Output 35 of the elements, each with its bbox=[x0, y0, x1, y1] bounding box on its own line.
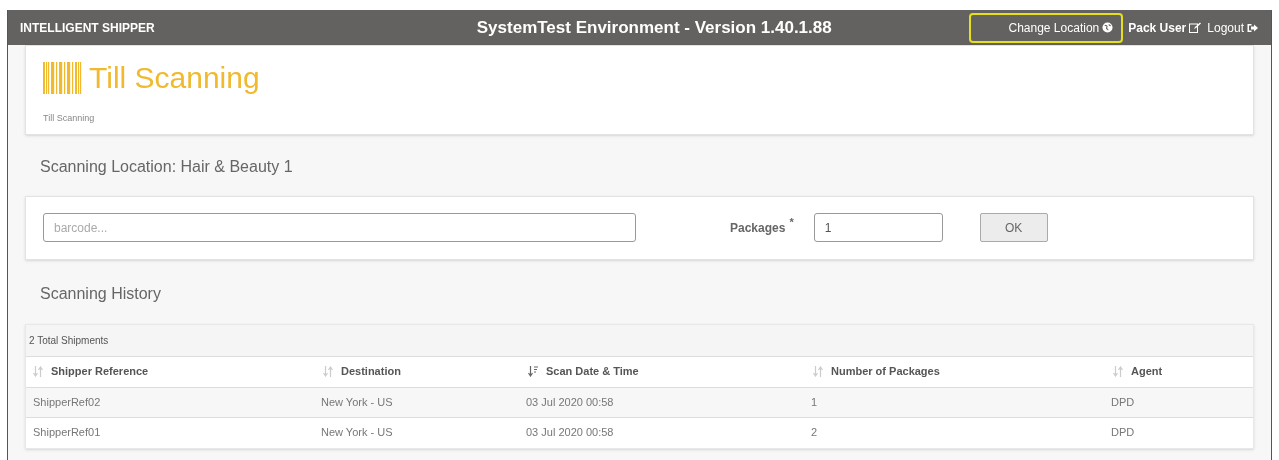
user-link[interactable]: Pack User bbox=[1127, 18, 1203, 37]
table-cell-text: ShipperRef01 bbox=[32, 425, 102, 441]
total-shipments: 2 Total Shipments bbox=[28, 333, 110, 348]
table-cell-text: 03 Jul 2020 00:58 bbox=[525, 425, 615, 441]
scanning-location: Scanning Location: Hair & Beauty 1 bbox=[39, 156, 294, 177]
table-cell-text: New York - US bbox=[320, 425, 394, 441]
table-cell-text: DPD bbox=[1110, 394, 1136, 410]
barcode-field[interactable]: barcode... bbox=[43, 213, 636, 242]
column-header[interactable]: Scan Date & Time bbox=[521, 363, 806, 380]
change-location-link[interactable]: Change Location bbox=[968, 12, 1124, 43]
logout-icon bbox=[1247, 22, 1258, 33]
brand-name: INTELLIGENT SHIPPER bbox=[20, 19, 156, 37]
edit-icon bbox=[1189, 22, 1202, 33]
required-mark: * bbox=[789, 214, 794, 230]
table-cell-text: 1 bbox=[810, 394, 819, 410]
environment-title: SystemTest Environment - Version 1.40.1.88 bbox=[475, 16, 833, 39]
column-header[interactable]: Number of Packages bbox=[806, 363, 1106, 380]
breadcrumb[interactable]: Till Scanning bbox=[43, 112, 1236, 126]
column-header[interactable]: Agent bbox=[1106, 363, 1253, 380]
table-cell-text: 2 bbox=[810, 425, 819, 441]
table-cell-text: New York - US bbox=[320, 394, 394, 410]
table-cell-text: ShipperRef02 bbox=[32, 394, 102, 410]
globe-icon bbox=[1102, 22, 1114, 33]
column-header[interactable]: Destination bbox=[316, 363, 521, 380]
packages-label: Packages bbox=[730, 219, 786, 237]
column-header[interactable]: Shipper Reference bbox=[26, 363, 316, 380]
history-title: Scanning History bbox=[39, 283, 162, 304]
barcode-icon bbox=[43, 62, 83, 94]
page-title: Till Scanning bbox=[89, 60, 260, 96]
sort-icon[interactable] bbox=[528, 366, 538, 377]
table-cell-text: DPD bbox=[1110, 425, 1136, 441]
logout-link[interactable]: Logout bbox=[1206, 18, 1259, 37]
packages-field[interactable]: 1 bbox=[813, 213, 943, 242]
table-cell-text: 03 Jul 2020 00:58 bbox=[525, 394, 615, 410]
ok-button[interactable]: OK bbox=[979, 213, 1048, 242]
